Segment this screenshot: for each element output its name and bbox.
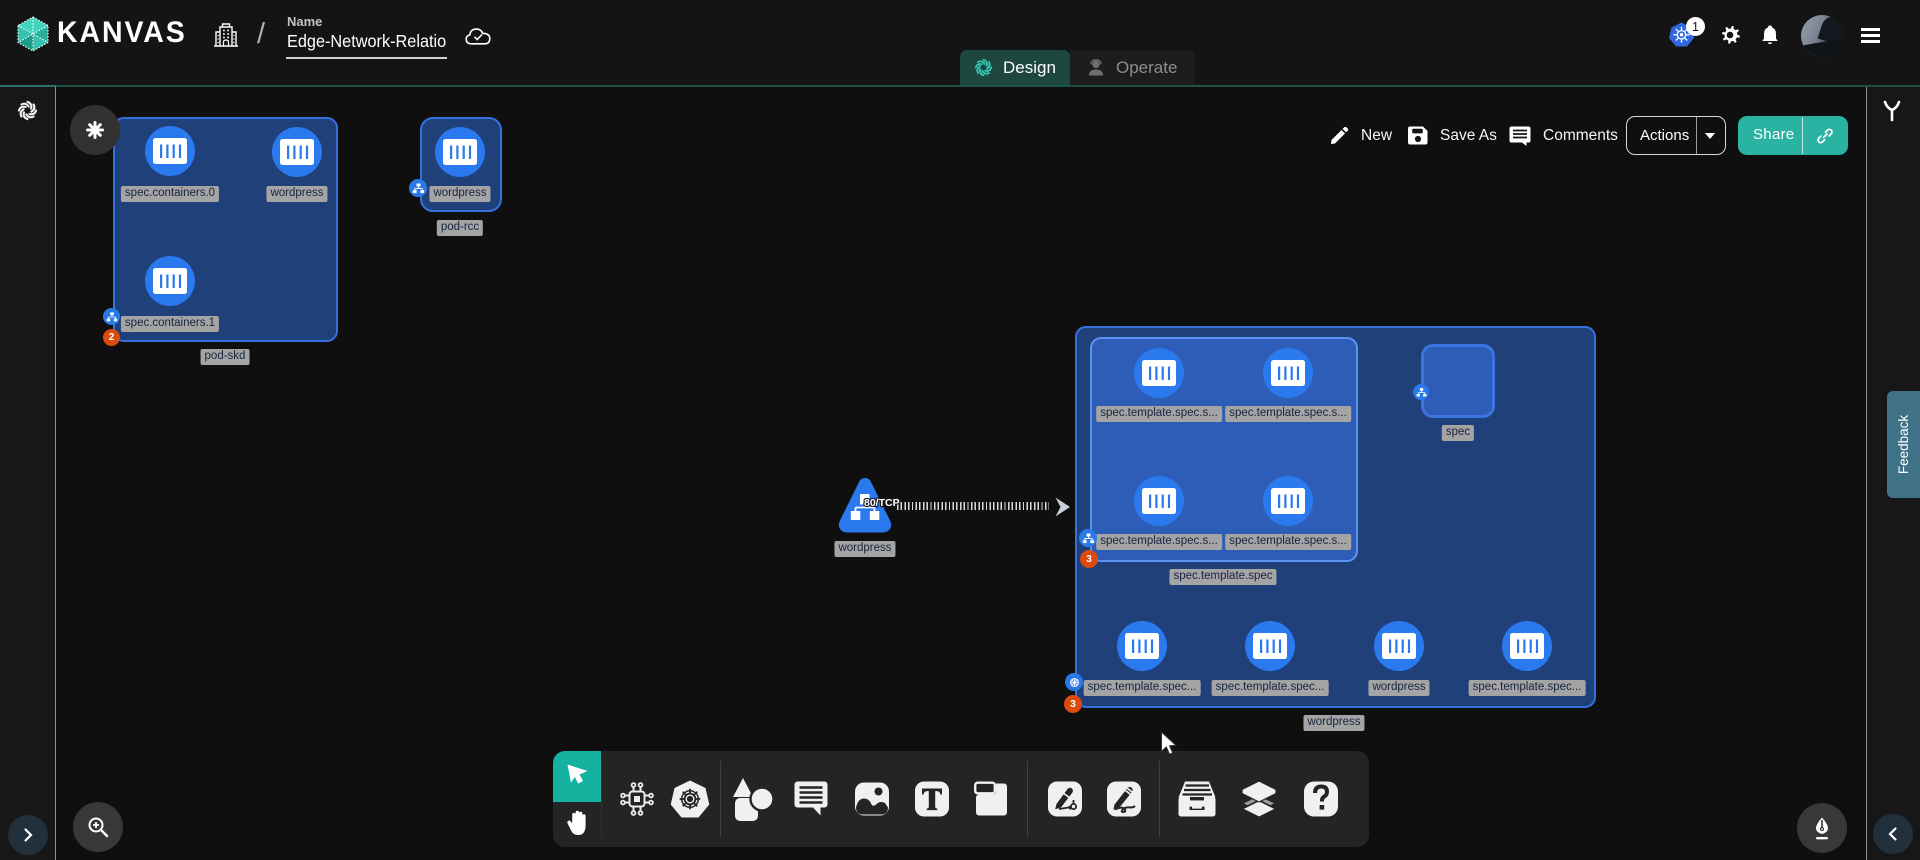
svg-text:80/TCP: 80/TCP [864,497,900,509]
